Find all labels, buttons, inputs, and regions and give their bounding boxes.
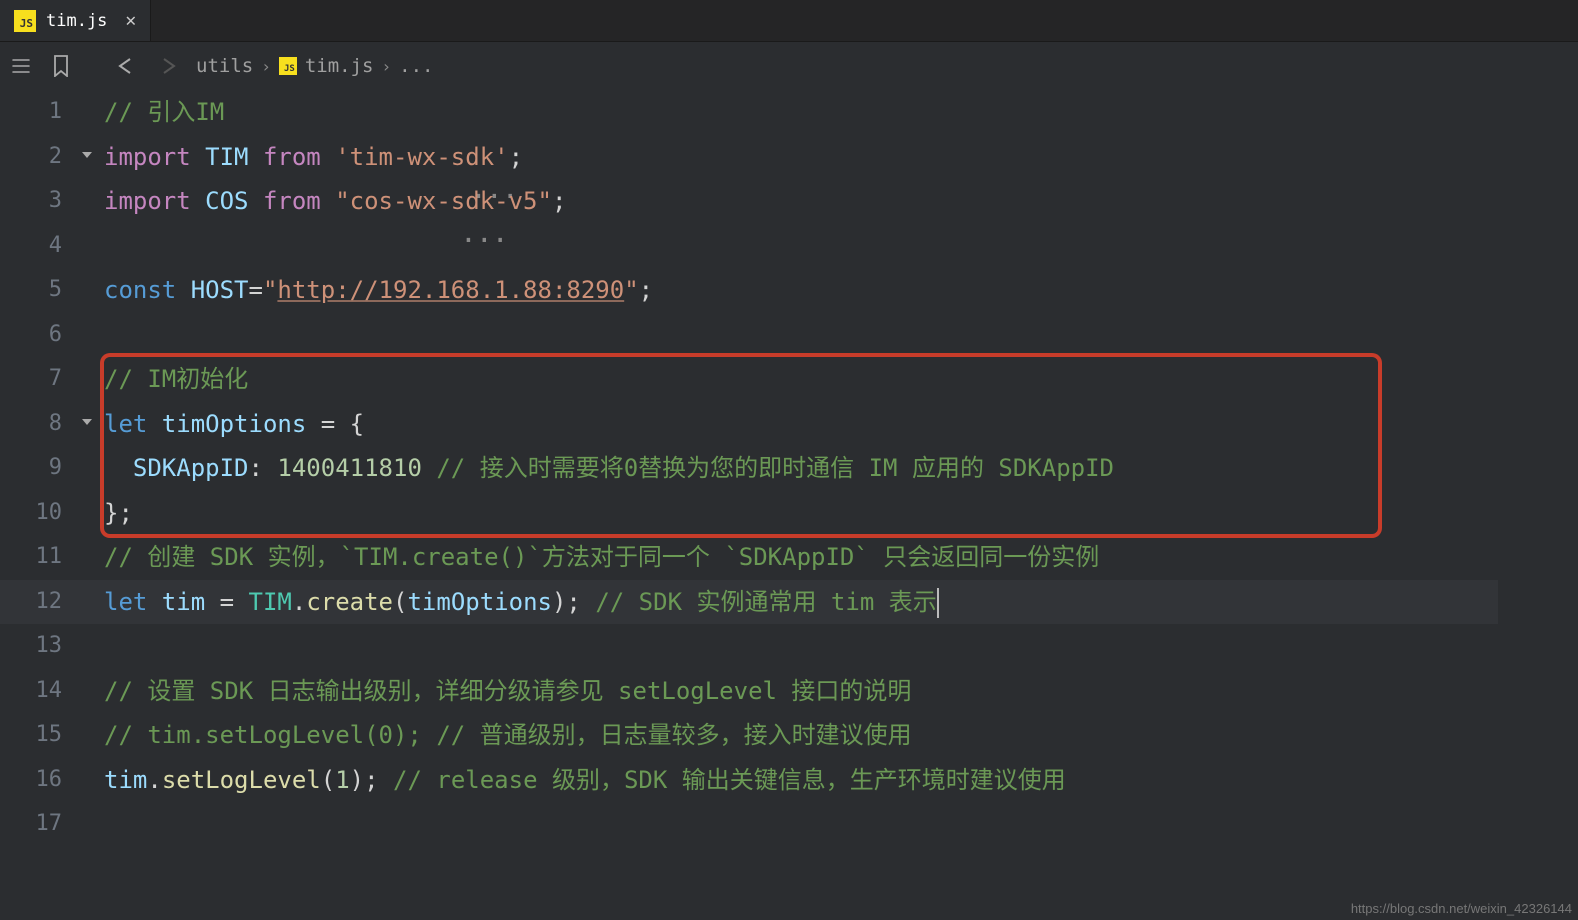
code-line[interactable]: 9 SDKAppID: 1400411810 // 接入时需要将0替换为您的即时…	[0, 446, 1578, 491]
line-number: 10	[0, 491, 80, 536]
breadcrumb-segment[interactable]: utils	[196, 55, 253, 77]
code-content[interactable]: };	[104, 491, 1578, 536]
line-number: 4	[0, 224, 80, 269]
code-content[interactable]: SDKAppID: 1400411810 // 接入时需要将0替换为您的即时通信…	[104, 446, 1578, 491]
code-content[interactable]: import TIM from 'tim-wx-sdk';	[104, 135, 1578, 180]
breadcrumb[interactable]: utils › JS tim.js › ...	[196, 55, 433, 77]
line-number: 2	[0, 135, 80, 180]
line-number: 13	[0, 624, 80, 669]
tab-tim-js[interactable]: JS tim.js ✕	[0, 0, 151, 41]
nav-back-icon[interactable]	[116, 57, 138, 75]
line-number: 3	[0, 179, 80, 224]
chevron-right-icon: ›	[381, 57, 391, 76]
code-line[interactable]: 5 const HOST="http://192.168.1.88:8290";	[0, 268, 1578, 313]
code-content[interactable]: tim.setLogLevel(1); // release 级别，SDK 输出…	[104, 758, 1578, 803]
code-line[interactable]: 14 // 设置 SDK 日志输出级别，详细分级请参见 setLogLevel 接…	[0, 669, 1578, 714]
code-content[interactable]: // 创建 SDK 实例，`TIM.create()`方法对于同一个 `SDKA…	[104, 535, 1578, 580]
code-content[interactable]: import COS from "cos-wx-sdk-v5";	[104, 179, 1578, 224]
close-icon[interactable]: ✕	[125, 10, 136, 31]
toolbar: utils › JS tim.js › ...	[0, 42, 1578, 90]
line-number: 11	[0, 535, 80, 580]
js-icon: JS	[14, 10, 36, 32]
code-content[interactable]: let tim = TIM.create(timOptions); // SDK…	[104, 580, 1578, 625]
breadcrumb-segment[interactable]: ...	[399, 55, 433, 77]
code-line[interactable]: 1 // 引入IM	[0, 90, 1578, 135]
watermark-text: https://blog.csdn.net/weixin_42326144	[1351, 901, 1572, 916]
line-number: 14	[0, 669, 80, 714]
code-content[interactable]: // IM初始化	[104, 357, 1578, 402]
js-icon: JS	[279, 57, 297, 75]
line-number: 9	[0, 446, 80, 491]
tab-filename: tim.js	[46, 11, 107, 31]
code-line[interactable]: 15 // tim.setLogLevel(0); // 普通级别，日志量较多，接…	[0, 713, 1578, 758]
fold-indicator[interactable]	[80, 135, 104, 180]
breadcrumb-segment[interactable]: tim.js	[305, 55, 374, 77]
code-line[interactable]: 2 import TIM from 'tim-wx-sdk';	[0, 135, 1578, 180]
lint-hint-icon: ...	[460, 211, 508, 256]
code-line[interactable]: 6	[0, 313, 1578, 358]
line-number: 8	[0, 402, 80, 447]
line-number: 12	[0, 580, 80, 625]
fold-indicator[interactable]	[80, 402, 104, 447]
code-editor[interactable]: 1 // 引入IM 2 import TIM from 'tim-wx-sdk';..…	[0, 90, 1578, 847]
line-number: 5	[0, 268, 80, 313]
code-content[interactable]: // tim.setLogLevel(0); // 普通级别，日志量较多，接入时…	[104, 713, 1578, 758]
code-line[interactable]: 3 import COS from "cos-wx-sdk-v5";	[0, 179, 1578, 224]
line-number: 1	[0, 90, 80, 135]
minimap[interactable]	[1498, 90, 1578, 920]
code-line[interactable]: 7 // IM初始化	[0, 357, 1578, 402]
list-icon[interactable]	[10, 56, 32, 76]
code-line[interactable]: 13	[0, 624, 1578, 669]
code-content[interactable]: // 引入IM	[104, 90, 1578, 135]
line-number: 16	[0, 758, 80, 803]
line-number: 15	[0, 713, 80, 758]
chevron-right-icon: ›	[261, 57, 271, 76]
code-content[interactable]: let timOptions = {	[104, 402, 1578, 447]
code-line[interactable]: 8 let timOptions = {	[0, 402, 1578, 447]
code-line[interactable]: 17	[0, 802, 1578, 847]
line-number: 7	[0, 357, 80, 402]
line-number: 17	[0, 802, 80, 847]
bookmark-icon[interactable]	[50, 55, 72, 77]
tab-bar: JS tim.js ✕	[0, 0, 1578, 42]
code-content[interactable]: const HOST="http://192.168.1.88:8290";	[104, 268, 1578, 313]
code-line[interactable]: 10};	[0, 491, 1578, 536]
code-line[interactable]: 11 // 创建 SDK 实例，`TIM.create()`方法对于同一个 `SD…	[0, 535, 1578, 580]
line-number: 6	[0, 313, 80, 358]
code-line[interactable]: 4	[0, 224, 1578, 269]
code-content[interactable]: // 设置 SDK 日志输出级别，详细分级请参见 setLogLevel 接口的…	[104, 669, 1578, 714]
code-line[interactable]: 12 let tim = TIM.create(timOptions); // S…	[0, 580, 1578, 625]
code-line[interactable]: 16 tim.setLogLevel(1); // release 级别，SDK …	[0, 758, 1578, 803]
nav-forward-icon	[156, 57, 178, 75]
